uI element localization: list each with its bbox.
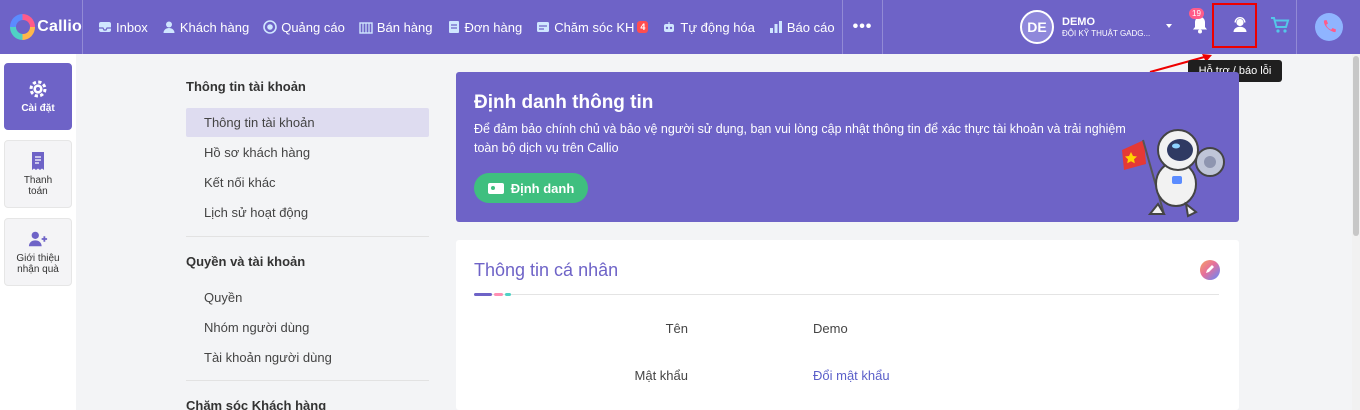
nav-automation[interactable]: Tự động hóa — [655, 0, 761, 54]
phone-icon — [1314, 13, 1343, 41]
nav-label: Bán hàng — [376, 19, 433, 35]
banner-description: Để đảm bảo chính chủ và bảo vệ người sử … — [474, 122, 1126, 155]
nav-sales[interactable]: Bán hàng — [352, 0, 440, 54]
nav-label: Tự động hóa — [680, 19, 755, 35]
nav-divider — [882, 0, 884, 54]
user-info: DEMO ĐỘI KỸ THUẬT GADG... — [1062, 16, 1150, 38]
pencil-icon — [1205, 261, 1215, 279]
menu-item-user-groups[interactable]: Nhóm người dùng — [186, 313, 429, 342]
nav-label: Đơn hàng — [464, 19, 523, 35]
nav-label: Chăm sóc KH — [554, 19, 635, 35]
user-org: ĐỘI KỸ THUẬT GADG... — [1062, 29, 1151, 38]
menu-section-title: Quyền và tài khoản — [186, 254, 306, 269]
user-name: DEMO — [1062, 16, 1095, 28]
softphone-button[interactable] — [1296, 0, 1360, 54]
orders-icon — [447, 20, 461, 34]
nav-orders[interactable]: Đơn hàng — [440, 0, 530, 54]
nav-label: Báo cáo — [786, 19, 835, 35]
menu-divider — [186, 380, 429, 381]
nav-ads[interactable]: Quảng cáo — [256, 0, 352, 54]
main-nav: Inbox Khách hàng Quảng cáo Bán hàng Đơn … — [83, 0, 884, 54]
care-badge: 4 — [637, 21, 649, 33]
rail-label: Thanh toán — [23, 175, 53, 197]
field-label-password: Mật khẩu — [634, 368, 688, 383]
rail-label: Giới thiệu nhận quà — [16, 253, 60, 275]
menu-item-account-info[interactable]: Thông tin tài khoản — [186, 108, 429, 137]
nav-customer-care[interactable]: Chăm sóc KH 4 — [529, 0, 655, 54]
report-icon — [769, 20, 783, 34]
left-rail: Cài đặt Thanh toán Giới thiệu nhận quà — [0, 54, 76, 410]
care-icon — [536, 20, 550, 34]
nav-customers[interactable]: Khách hàng — [155, 0, 256, 54]
nav-label: Inbox — [116, 19, 148, 35]
nav-report[interactable]: Báo cáo — [762, 0, 842, 54]
menu-item-customer-profile[interactable]: Hồ sơ khách hàng — [186, 138, 429, 167]
logo-mark-icon — [10, 14, 36, 40]
scrollbar-thumb[interactable] — [1353, 56, 1359, 236]
app-logo[interactable]: Callio — [0, 0, 82, 54]
more-menu-button[interactable]: ••• — [843, 18, 883, 36]
menu-item-permissions[interactable]: Quyền — [186, 283, 429, 312]
menu-section-title: Thông tin tài khoản — [186, 79, 306, 94]
id-card-icon — [487, 182, 504, 194]
user-account-switcher[interactable]: DE DEMO ĐỘI KỸ THUẬT GADG... — [1012, 0, 1180, 54]
menu-item-user-accounts[interactable]: Tài khoản người dùng — [186, 343, 429, 372]
customers-icon — [162, 20, 176, 34]
nav-label: Khách hàng — [179, 19, 250, 35]
cart-icon — [1270, 16, 1290, 39]
cart-button[interactable] — [1260, 0, 1300, 54]
button-label: Định danh — [510, 180, 575, 196]
personal-info-card: Thông tin cá nhân Tên Demo Mật khẩu Đổi … — [456, 240, 1239, 410]
rail-label: Cài đặt — [21, 103, 55, 114]
identity-verification-banner: Định danh thông tin Để đảm bảo chính chủ… — [456, 72, 1239, 222]
automation-icon — [662, 20, 676, 34]
nav-inbox[interactable]: Inbox — [91, 0, 155, 54]
sales-icon — [359, 20, 373, 34]
card-divider — [474, 294, 1219, 295]
change-password-link[interactable]: Đổi mật khẩu — [813, 368, 890, 383]
edit-button[interactable] — [1200, 260, 1220, 280]
title-underline-accent — [474, 293, 511, 296]
menu-section-title: Chăm sóc Khách hàng — [186, 398, 327, 410]
menu-item-activity-history[interactable]: Lịch sử hoạt động — [186, 198, 429, 227]
add-user-icon — [28, 229, 48, 249]
menu-divider — [186, 236, 429, 237]
chevron-down-icon — [1166, 24, 1172, 28]
inbox-icon — [98, 20, 112, 34]
ads-icon — [263, 20, 278, 34]
menu-item-other-connections[interactable]: Kết nối khác — [186, 168, 429, 197]
rail-item-settings[interactable]: Cài đặt — [4, 63, 72, 130]
avatar: DE — [1020, 10, 1054, 44]
field-value-name: Demo — [813, 321, 848, 336]
astronaut-illustration-icon — [1122, 129, 1225, 218]
banner-title: Định danh thông tin — [474, 92, 654, 113]
page-scrollbar[interactable] — [1352, 54, 1360, 410]
field-label-name: Tên — [665, 321, 688, 336]
verify-identity-button[interactable]: Định danh — [474, 173, 588, 203]
card-title: Thông tin cá nhân — [474, 260, 619, 280]
gear-icon — [28, 79, 48, 99]
receipt-icon — [28, 151, 48, 171]
notification-count-badge: 19 — [1189, 8, 1204, 19]
nav-label: Quảng cáo — [281, 19, 345, 35]
support-highlight-box — [1212, 3, 1257, 48]
logo-text: Callio — [37, 18, 82, 35]
rail-item-billing[interactable]: Thanh toán — [4, 140, 72, 208]
rail-item-referral[interactable]: Giới thiệu nhận quà — [4, 218, 72, 286]
